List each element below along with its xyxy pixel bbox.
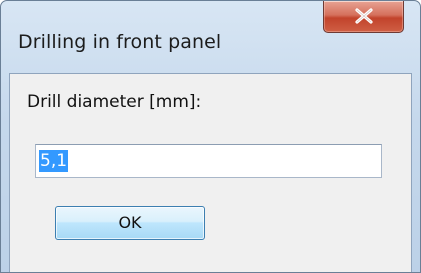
- dialog-window: Drilling in front panel Drill diameter […: [0, 0, 421, 273]
- ok-button[interactable]: OK: [55, 206, 205, 240]
- drill-diameter-label: Drill diameter [mm]:: [27, 92, 202, 112]
- title-bar[interactable]: Drilling in front panel: [1, 1, 420, 73]
- window-title: Drilling in front panel: [18, 31, 222, 53]
- dialog-body: Drill diameter [mm]: 5,1 OK: [9, 73, 412, 272]
- drill-diameter-value[interactable]: 5,1: [39, 150, 69, 172]
- close-icon: [355, 8, 373, 24]
- ok-button-label: OK: [118, 213, 142, 232]
- close-button[interactable]: [323, 1, 404, 33]
- drill-diameter-input[interactable]: 5,1: [35, 144, 382, 178]
